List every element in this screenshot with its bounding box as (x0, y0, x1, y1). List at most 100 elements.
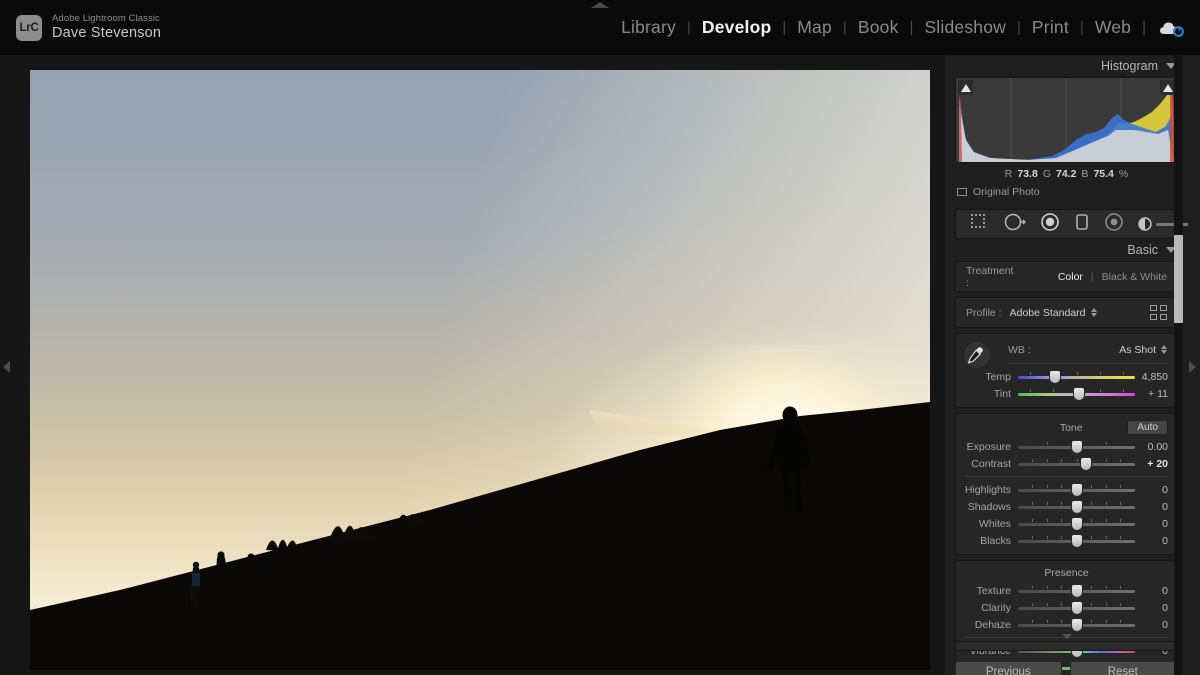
rgb-b-value: 75.4 (1093, 168, 1114, 180)
treatment-bw-option[interactable]: Black & White (1102, 271, 1177, 283)
module-book[interactable]: Book (847, 17, 910, 38)
lightroom-window: LrC Adobe Lightroom Classic Dave Stevens… (0, 0, 1200, 675)
presence-title: Presence (1044, 567, 1089, 579)
white-balance-selector-icon[interactable] (964, 342, 990, 368)
tone-group: Tone Auto Exposure 0.00 Contrast + 20 Hi… (955, 413, 1178, 555)
shadows-value[interactable]: 0 (1137, 501, 1177, 513)
product-name: Adobe Lightroom Classic (52, 12, 160, 24)
profile-browser-grid-icon[interactable] (1150, 305, 1167, 320)
blacks-slider-knob[interactable] (1070, 533, 1083, 548)
user-name: Dave Stevenson (52, 24, 162, 41)
shadows-slider-track[interactable] (1018, 499, 1135, 514)
highlights-value[interactable]: 0 (1137, 484, 1177, 496)
clarity-label: Clarity (981, 601, 1011, 614)
texture-slider-track[interactable] (1018, 583, 1135, 598)
treatment-color-option[interactable]: Color (1058, 271, 1083, 283)
module-map[interactable]: Map (786, 17, 843, 38)
profile-value[interactable]: Adobe Standard (1010, 307, 1086, 319)
brand-identity-plate: LrC Adobe Lightroom Classic Dave Stevens… (0, 12, 162, 42)
rgb-g-value: 74.2 (1055, 168, 1077, 180)
previous-button[interactable]: Previous (955, 661, 1062, 675)
exposure-slider-knob[interactable] (1070, 439, 1083, 454)
wb-value[interactable]: As Shot (1119, 344, 1156, 356)
exposure-slider-track[interactable] (1018, 439, 1135, 454)
contrast-value[interactable]: + 20 (1137, 458, 1177, 470)
exposure-label: Exposure (966, 440, 1011, 453)
tone-auto-button[interactable]: Auto (1127, 420, 1168, 435)
cloud-sync-icon[interactable] (1158, 17, 1186, 39)
crop-overlay-tool[interactable] (970, 213, 990, 236)
clarity-slider-knob[interactable] (1070, 600, 1083, 615)
whites-slider-track[interactable] (1018, 516, 1135, 531)
histogram-title: Histogram (1101, 59, 1158, 73)
module-separator: | (1142, 19, 1146, 36)
red-eye-tool[interactable] (1074, 213, 1090, 236)
develop-photo[interactable] (30, 70, 930, 670)
temp-slider-knob[interactable] (1049, 369, 1062, 384)
dehaze-slider-row[interactable]: Dehaze 0 (956, 616, 1177, 633)
clarity-slider-track[interactable] (1018, 600, 1135, 615)
dehaze-slider-knob[interactable] (1070, 617, 1083, 632)
dehaze-value[interactable]: 0 (1137, 619, 1177, 631)
module-print[interactable]: Print (1021, 17, 1080, 38)
temp-value[interactable]: 4,850 (1137, 371, 1177, 383)
module-library[interactable]: Library (610, 17, 687, 38)
original-photo-row[interactable]: Original Photo (945, 183, 1188, 201)
blacks-slider-track[interactable] (1018, 533, 1135, 548)
right-panel-scrollbar[interactable] (1174, 55, 1183, 675)
panel-footer-buttons: Previous Reset (955, 661, 1176, 675)
contrast-slider-row[interactable]: Contrast + 20 (956, 455, 1177, 472)
reset-button[interactable]: Reset (1069, 661, 1176, 675)
module-develop[interactable]: Develop (691, 17, 782, 38)
shadow-clipping-indicator[interactable] (958, 80, 973, 95)
shadows-slider-row[interactable]: Shadows 0 (956, 498, 1177, 515)
temp-slider-row[interactable]: Temp 4,850 (956, 368, 1177, 385)
histogram-curve (959, 78, 1175, 162)
original-photo-label: Original Photo (973, 186, 1040, 198)
graduated-filter-tool[interactable] (1104, 212, 1124, 236)
exposure-slider-row[interactable]: Exposure 0.00 (956, 438, 1177, 455)
shadows-label: Shadows (967, 500, 1011, 513)
spot-removal-tool[interactable] (1004, 213, 1026, 236)
dehaze-slider-track[interactable] (1018, 617, 1135, 632)
module-web[interactable]: Web (1084, 17, 1142, 38)
image-canvas (0, 55, 945, 675)
highlight-clipping-indicator[interactable] (1160, 80, 1175, 95)
histogram-section-header[interactable]: Histogram (945, 55, 1188, 77)
shadows-slider-knob[interactable] (1070, 499, 1083, 514)
scrollbar-thumb[interactable] (1174, 235, 1183, 323)
highlights-slider-row[interactable]: Highlights 0 (956, 481, 1177, 498)
module-slideshow[interactable]: Slideshow (913, 17, 1017, 38)
whites-slider-knob[interactable] (1070, 516, 1083, 531)
clarity-slider-row[interactable]: Clarity 0 (956, 599, 1177, 616)
texture-value[interactable]: 0 (1137, 585, 1177, 597)
contrast-slider-knob[interactable] (1079, 456, 1092, 471)
temp-slider-track[interactable] (1018, 369, 1135, 384)
right-panel: Histogram R 73.8 G 74.2 B 75.4 % Origina… (945, 55, 1200, 675)
basic-section-header[interactable]: Basic (945, 239, 1188, 261)
blacks-slider-row[interactable]: Blacks 0 (956, 532, 1177, 549)
whites-slider-row[interactable]: Whites 0 (956, 515, 1177, 532)
blacks-label: Blacks (980, 534, 1011, 547)
histogram-graph[interactable] (955, 77, 1178, 163)
top-panel-collapse-arrow[interactable] (591, 2, 609, 8)
tint-slider-track[interactable] (1018, 386, 1135, 401)
blacks-value[interactable]: 0 (1137, 535, 1177, 547)
left-panel-toggle-arrow[interactable] (3, 361, 10, 373)
contrast-slider-track[interactable] (1018, 456, 1135, 471)
tint-slider-row[interactable]: Tint + 11 (956, 385, 1177, 402)
white-balance-group: WB : As Shot Temp 4,850 Tint + 11 (955, 333, 1178, 408)
exposure-value[interactable]: 0.00 (1137, 441, 1177, 453)
wb-stepper-icon[interactable] (1161, 345, 1167, 354)
tint-value[interactable]: + 11 (1137, 388, 1177, 400)
texture-slider-row[interactable]: Texture 0 (956, 582, 1177, 599)
masking-tool[interactable] (1040, 212, 1060, 236)
whites-value[interactable]: 0 (1137, 518, 1177, 530)
highlights-slider-track[interactable] (1018, 482, 1135, 497)
highlights-slider-knob[interactable] (1070, 482, 1083, 497)
right-panel-toggle-arrow[interactable] (1189, 361, 1196, 373)
texture-slider-knob[interactable] (1070, 583, 1083, 598)
tint-slider-knob[interactable] (1072, 386, 1085, 401)
clarity-value[interactable]: 0 (1137, 602, 1177, 614)
profile-stepper-icon[interactable] (1090, 308, 1097, 317)
